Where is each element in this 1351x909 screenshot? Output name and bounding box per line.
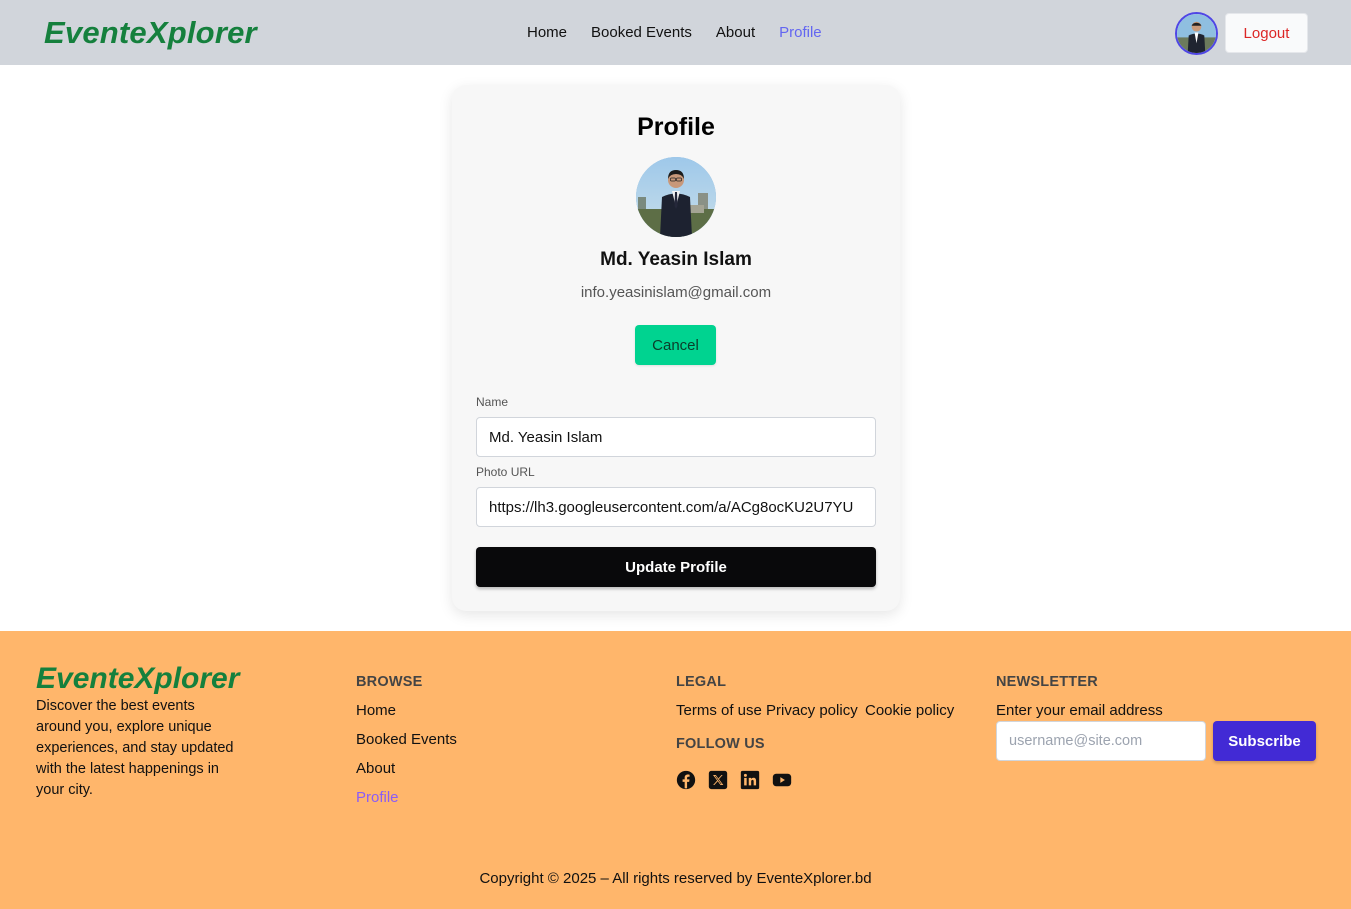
footer-link-home[interactable]: Home xyxy=(356,701,396,721)
newsletter-email-placeholder: username@site.com xyxy=(1009,733,1143,749)
newsletter-email-input[interactable]: username@site.com xyxy=(996,721,1206,761)
newsletter-heading: NEWSLETTER xyxy=(996,674,1098,690)
navbar: EventeXplorer Home Booked Events About P… xyxy=(0,0,1351,65)
photo-url-input[interactable]: https://lh3.googleusercontent.com/a/ACg8… xyxy=(476,487,876,527)
footer-link-terms[interactable]: Terms of use xyxy=(676,701,762,721)
profile-avatar xyxy=(636,157,716,237)
facebook-icon[interactable] xyxy=(676,770,696,790)
profile-card: Profile Md. Yeasin Islam info.yeasinisla… xyxy=(452,85,900,611)
nav-link-profile[interactable]: Profile xyxy=(779,22,822,44)
user-avatar[interactable] xyxy=(1175,12,1218,55)
update-profile-button[interactable]: Update Profile xyxy=(476,547,876,587)
youtube-icon[interactable] xyxy=(772,770,792,790)
cancel-button[interactable]: Cancel xyxy=(635,325,716,365)
subscribe-button[interactable]: Subscribe xyxy=(1213,721,1316,761)
follow-heading: FOLLOW US xyxy=(676,736,765,752)
footer-brand-logo[interactable]: EventeXplorer xyxy=(36,661,239,697)
user-avatar-image xyxy=(1177,14,1216,53)
page-title: Profile xyxy=(637,113,715,141)
name-input-value: Md. Yeasin Islam xyxy=(489,428,603,446)
newsletter-label: Enter your email address xyxy=(996,702,1163,719)
brand-logo[interactable]: EventeXplorer xyxy=(44,14,257,52)
copyright-text: Copyright © 2025 – All rights reserved b… xyxy=(479,870,872,887)
profile-name: Md. Yeasin Islam xyxy=(600,249,752,270)
logout-button[interactable]: Logout xyxy=(1225,13,1308,53)
nav-link-home[interactable]: Home xyxy=(527,22,567,44)
x-icon[interactable] xyxy=(708,770,728,790)
footer-description: Discover the best events around you, exp… xyxy=(36,698,234,798)
browse-heading: BROWSE xyxy=(356,674,423,690)
name-field-label: Name xyxy=(476,395,509,409)
nav-link-booked-events[interactable]: Booked Events xyxy=(591,22,692,44)
nav-links: Home Booked Events About Profile xyxy=(527,22,822,44)
nav-link-about[interactable]: About xyxy=(716,22,755,44)
name-input[interactable]: Md. Yeasin Islam xyxy=(476,417,876,457)
footer: EventeXplorer Discover the best events a… xyxy=(0,631,1351,909)
footer-link-booked-events[interactable]: Booked Events xyxy=(356,730,457,750)
footer-link-about[interactable]: About xyxy=(356,759,395,779)
footer-link-cookie[interactable]: Cookie policy xyxy=(865,701,954,721)
photo-url-input-value: https://lh3.googleusercontent.com/a/ACg8… xyxy=(489,498,854,516)
legal-heading: LEGAL xyxy=(676,674,727,690)
footer-link-profile[interactable]: Profile xyxy=(356,788,399,808)
photo-url-field-label: Photo URL xyxy=(476,465,535,479)
footer-link-privacy[interactable]: Privacy policy xyxy=(766,701,858,721)
profile-email: info.yeasinislam@gmail.com xyxy=(580,284,772,301)
profile-photo xyxy=(636,157,716,237)
linkedin-icon[interactable] xyxy=(740,770,760,790)
